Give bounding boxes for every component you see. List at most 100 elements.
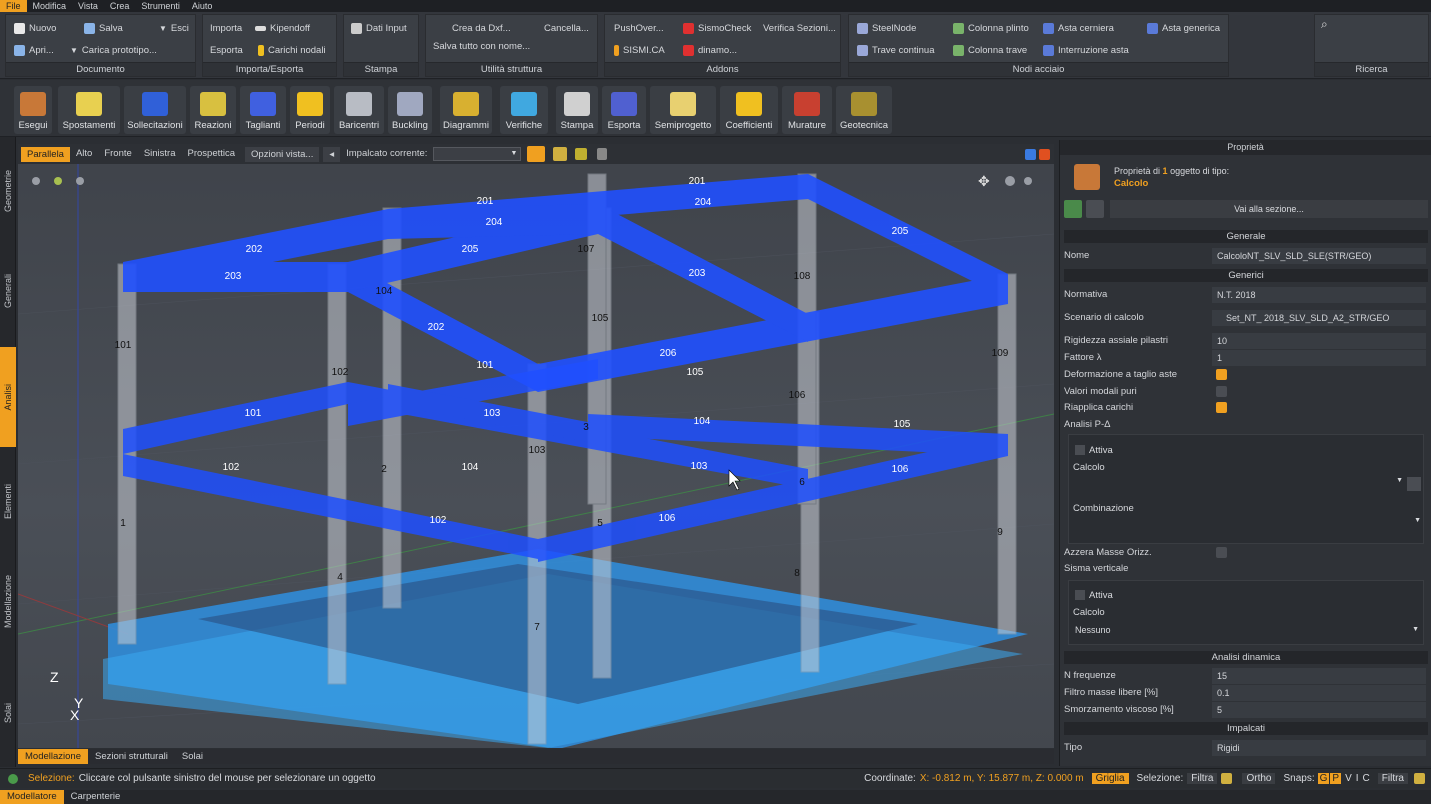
interruzione-asta-button[interactable]: Interruzione asta [1043, 45, 1129, 56]
tab-geometrie[interactable]: Geometrie [0, 161, 16, 221]
fattore-field[interactable]: 1 [1212, 350, 1426, 366]
nome-field[interactable]: CalcoloNT_SLV_SLD_SLE(STR/GEO) [1212, 248, 1426, 264]
view-prospettica[interactable]: Prospettica [182, 144, 242, 164]
salva-tutto-button[interactable]: Salva tutto con nome... [433, 41, 530, 52]
sisma-calcolo-select[interactable]: Nessuno ▼ [1073, 623, 1421, 637]
filtra-snap-button[interactable]: Filtra [1377, 773, 1408, 784]
pushpin-icon[interactable] [597, 148, 608, 160]
coefficienti-button[interactable]: Coefficienti [720, 86, 778, 134]
importa-button[interactable]: Importa [210, 23, 242, 34]
snap-g[interactable]: G [1317, 773, 1330, 784]
valori-modali-checkbox[interactable] [1216, 386, 1227, 397]
wrench-icon[interactable] [553, 147, 568, 161]
menu-strumenti[interactable]: Strumenti [135, 0, 186, 12]
semiprogetto-button[interactable]: Semiprogetto [650, 86, 716, 134]
menu-file[interactable]: File [0, 0, 27, 12]
dinamo-button[interactable]: dinamo... [683, 45, 737, 56]
griglia-toggle[interactable]: Griglia [1091, 773, 1129, 784]
diagrammi-button[interactable]: Diagrammi [440, 86, 492, 134]
section-generici[interactable]: Generici [1064, 269, 1428, 282]
scenario-select[interactable]: Set_NT_ 2018_SLV_SLD_A2_STR/GEO [1212, 310, 1426, 326]
tab-modellazione[interactable]: Modellazione [0, 567, 16, 637]
nfrequenze-field[interactable]: 15 [1212, 668, 1426, 684]
deformazione-checkbox[interactable] [1216, 369, 1227, 380]
pan-icon[interactable]: ✥ [978, 173, 990, 189]
forward-button[interactable] [1086, 200, 1104, 218]
taglianti-button[interactable]: Taglianti [240, 86, 286, 134]
section-generale[interactable]: Generale [1064, 230, 1428, 243]
pushover-button[interactable]: PushOver... [614, 23, 664, 34]
reazioni-button[interactable]: Reazioni [190, 86, 236, 134]
close-view-icon[interactable] [1039, 148, 1050, 160]
lock-icon[interactable] [527, 146, 546, 162]
3d-viewport[interactable]: Parallela Alto Fronte Sinistra Prospetti… [18, 144, 1054, 748]
apri-button[interactable]: Apri... [14, 45, 54, 56]
cancella-button[interactable]: Cancella... [544, 23, 589, 34]
sollecitazioni-button[interactable]: Sollecitazioni [124, 86, 186, 134]
view-parallela[interactable]: Parallela [21, 146, 70, 162]
tab-analisi[interactable]: Analisi [0, 347, 16, 447]
impalcato-select[interactable]: ▼ [433, 147, 522, 161]
menu-modifica[interactable]: Modifica [27, 0, 73, 12]
add-view-icon[interactable] [1025, 148, 1036, 160]
vai-alla-sezione-select[interactable]: Vai alla sezione... [1110, 200, 1428, 218]
nuovo-button[interactable]: Nuovo [14, 23, 56, 34]
menu-aiuto[interactable]: Aiuto [186, 0, 219, 12]
snap-i[interactable]: I [1356, 773, 1359, 784]
tab-generali[interactable]: Generali [0, 261, 16, 321]
view-alto[interactable]: Alto [70, 144, 98, 164]
spostamenti-button[interactable]: Spostamenti [58, 86, 120, 134]
tab-carpenterie[interactable]: Carpenterie [64, 790, 128, 804]
crea-da-dxf-button[interactable]: Crea da Dxf... [452, 23, 511, 34]
tipo-select[interactable]: Rigidi [1212, 740, 1426, 756]
snap-p[interactable]: P [1330, 773, 1342, 784]
murature-button[interactable]: Murature [782, 86, 832, 134]
tab-solai[interactable]: Solai [0, 693, 16, 733]
render-icon[interactable] [76, 177, 84, 185]
combinazione-select[interactable]: ▼ [1073, 517, 1421, 531]
tab-elementi[interactable]: Elementi [0, 467, 16, 537]
filtra-button[interactable]: Filtra [1187, 773, 1218, 784]
zoom-icon[interactable] [1024, 177, 1032, 185]
snap-v[interactable]: V [1345, 773, 1352, 784]
home-icon[interactable] [575, 148, 588, 160]
azzera-checkbox[interactable] [1216, 547, 1227, 558]
snap-wrench-icon[interactable] [1414, 773, 1425, 784]
colonna-plinto-button[interactable]: Colonna plinto [953, 23, 1029, 34]
view-sinistra[interactable]: Sinistra [138, 144, 182, 164]
rigidezza-field[interactable]: 10 [1212, 333, 1426, 349]
rotate-icon[interactable] [1005, 176, 1015, 186]
dati-input-button[interactable]: Dati Input [351, 23, 407, 34]
trave-continua-button[interactable]: Trave continua [857, 45, 935, 56]
tab-solai-view[interactable]: Solai [175, 749, 210, 764]
light-icon[interactable] [54, 177, 62, 185]
structure-scene[interactable]: 201 202 203 204 205 201 202 203 204 205 … [18, 164, 1054, 748]
menu-crea[interactable]: Crea [104, 0, 136, 12]
asta-generica-button[interactable]: Asta generica [1147, 23, 1220, 34]
pdelta-calcolo-select[interactable]: ▼ [1073, 477, 1403, 491]
asta-cerniera-button[interactable]: Asta cerniera [1043, 23, 1114, 34]
esporta-button[interactable]: Esporta [602, 86, 646, 134]
verifica-sezioni-button[interactable]: Verifica Sezioni... [763, 23, 836, 34]
carica-prototipo-button[interactable]: ▼ Carica prototipo... [70, 45, 157, 56]
search-button[interactable]: ⌕ [1321, 17, 1328, 32]
tab-sezioni-strutturali[interactable]: Sezioni strutturali [88, 749, 175, 764]
buckling-button[interactable]: Buckling [388, 86, 432, 134]
salva-button[interactable]: Salva [84, 23, 123, 34]
snap-c[interactable]: C [1363, 773, 1370, 784]
pdelta-add-button[interactable] [1407, 477, 1421, 491]
tab-modellatore[interactable]: Modellatore [0, 790, 64, 804]
pin-button[interactable]: ◂ [323, 146, 341, 162]
geotecnica-button[interactable]: Geotecnica [836, 86, 892, 134]
view-controls[interactable]: ✥ [32, 173, 1032, 189]
stampa-button[interactable]: Stampa [556, 86, 598, 134]
section-impalcati[interactable]: Impalcati [1064, 722, 1428, 735]
esci-button[interactable]: ▼ Esci [159, 23, 189, 34]
opzioni-vista-button[interactable]: Opzioni vista... [245, 146, 320, 162]
riapplica-checkbox[interactable] [1216, 402, 1227, 413]
esegui-button[interactable]: Esegui [14, 86, 52, 134]
sismocheck-button[interactable]: SismoCheck [683, 23, 751, 34]
section-analisi-dinamica[interactable]: Analisi dinamica [1064, 651, 1428, 664]
snap-icon[interactable] [32, 177, 40, 185]
menu-vista[interactable]: Vista [72, 0, 104, 12]
